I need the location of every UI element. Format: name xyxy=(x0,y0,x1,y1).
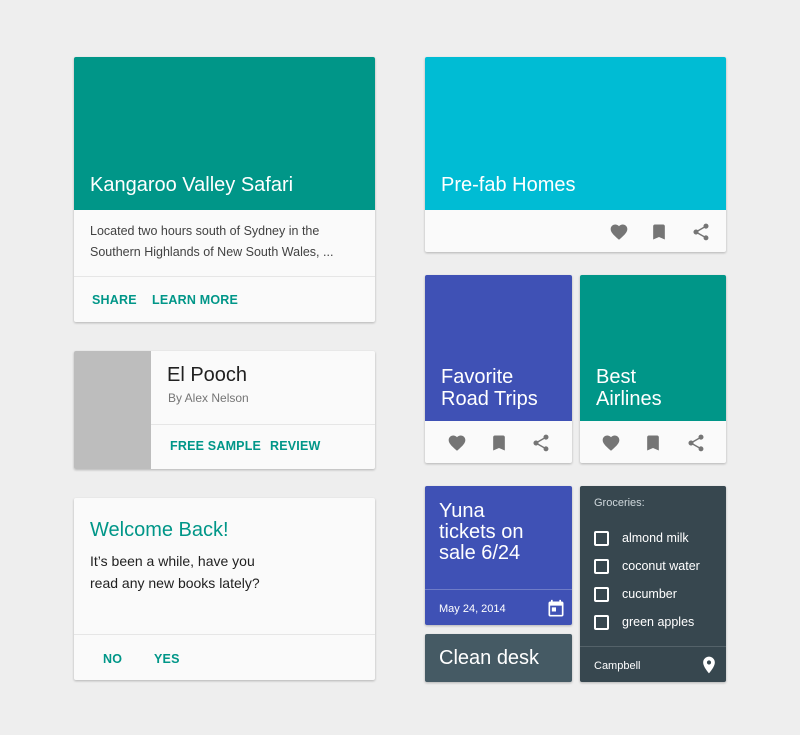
prefab-title: Pre-fab Homes xyxy=(441,174,576,196)
airlines-media[interactable]: Best Airlines xyxy=(580,275,726,421)
pooch-author: By Alex Nelson xyxy=(168,391,249,405)
checkbox[interactable] xyxy=(594,558,609,574)
pooch-title: El Pooch xyxy=(167,364,248,386)
yuna-title: Yuna tickets on sale 6/24 xyxy=(439,501,523,564)
airlines-title-line1: Best xyxy=(596,366,637,388)
prefab-homes-card: Pre-fab Homes xyxy=(425,57,726,252)
checkbox[interactable] xyxy=(594,530,609,546)
yes-button[interactable]: YES xyxy=(154,652,180,666)
clean-desk-title: Clean desk xyxy=(439,647,540,669)
checkbox[interactable] xyxy=(594,586,609,602)
grocery-item-label: almond milk xyxy=(622,531,689,545)
learn-more-button[interactable]: LEARN MORE xyxy=(152,293,238,307)
bookmark-icon[interactable] xyxy=(647,220,671,244)
grocery-item-label: green apples xyxy=(622,615,695,629)
groceries-title: Groceries: xyxy=(594,497,645,509)
review-button[interactable]: REVIEW xyxy=(270,439,321,453)
yuna-title-line3: sale 6/24 xyxy=(439,542,521,564)
bookmark-icon[interactable] xyxy=(641,431,665,455)
el-pooch-card: El Pooch By Alex Nelson FREE SAMPLE REVI… xyxy=(74,351,375,469)
kangaroo-divider xyxy=(74,276,375,277)
heart-icon[interactable] xyxy=(599,431,623,455)
road-trips-media[interactable]: Favorite Road Trips xyxy=(425,275,572,421)
yuna-title-line1: Yuna xyxy=(439,500,485,522)
share-button[interactable]: SHARE xyxy=(92,293,137,307)
grocery-item-green-apples[interactable]: green apples xyxy=(594,612,694,632)
yuna-date: May 24, 2014 xyxy=(439,603,506,615)
kangaroo-body-line2: Southern Highlands of New South Wales, .… xyxy=(90,245,334,259)
welcome-body: It’s been a while, have you read any new… xyxy=(90,550,260,594)
pooch-divider xyxy=(151,424,375,425)
road-trips-title: Favorite Road Trips xyxy=(441,366,538,410)
road-trips-title-line1: Favorite xyxy=(441,366,514,388)
clean-desk-card[interactable]: Clean desk xyxy=(425,634,572,682)
grocery-item-label: cucumber xyxy=(622,587,677,601)
calendar-icon[interactable] xyxy=(544,597,568,621)
welcome-back-card: Welcome Back! It’s been a while, have yo… xyxy=(74,498,375,680)
checkbox[interactable] xyxy=(594,614,609,630)
road-trips-title-line2: Road Trips xyxy=(441,387,538,410)
kangaroo-valley-card: Kangaroo Valley Safari Located two hours… xyxy=(74,57,375,322)
welcome-body-line1: It’s been a while, have you xyxy=(90,553,255,569)
airlines-title-line2: Airlines xyxy=(596,387,662,410)
groceries-divider xyxy=(580,646,726,647)
share-icon[interactable] xyxy=(689,220,713,244)
bookmark-icon[interactable] xyxy=(487,431,511,455)
road-trips-card: Favorite Road Trips xyxy=(425,275,572,463)
groceries-location: Campbell xyxy=(594,660,641,672)
grocery-item-label: coconut water xyxy=(622,559,700,573)
share-icon[interactable] xyxy=(529,431,553,455)
yuna-tickets-card[interactable]: Yuna tickets on sale 6/24 May 24, 2014 xyxy=(425,486,572,625)
best-airlines-card: Best Airlines xyxy=(580,275,726,463)
book-thumbnail[interactable] xyxy=(74,351,151,469)
welcome-title: Welcome Back! xyxy=(90,519,229,541)
kangaroo-media[interactable]: Kangaroo Valley Safari xyxy=(74,57,375,210)
share-icon[interactable] xyxy=(684,431,708,455)
grocery-item-cucumber[interactable]: cucumber xyxy=(594,584,677,604)
prefab-media[interactable]: Pre-fab Homes xyxy=(425,57,726,210)
grocery-item-almond-milk[interactable]: almond milk xyxy=(594,528,689,548)
heart-icon[interactable] xyxy=(607,220,631,244)
heart-icon[interactable] xyxy=(445,431,469,455)
location-pin-icon[interactable] xyxy=(697,653,721,677)
no-button[interactable]: NO xyxy=(103,652,122,666)
kangaroo-body: Located two hours south of Sydney in the… xyxy=(90,221,360,263)
yuna-divider xyxy=(425,589,572,590)
welcome-body-line2: read any new books lately? xyxy=(90,575,260,591)
kangaroo-body-line1: Located two hours south of Sydney in the xyxy=(90,224,320,238)
welcome-divider xyxy=(74,634,375,635)
yuna-title-line2: tickets on xyxy=(439,521,524,543)
airlines-title: Best Airlines xyxy=(596,366,662,410)
groceries-card: Groceries: almond milk coconut water cuc… xyxy=(580,486,726,682)
free-sample-button[interactable]: FREE SAMPLE xyxy=(170,439,261,453)
grocery-item-coconut-water[interactable]: coconut water xyxy=(594,556,700,576)
kangaroo-title: Kangaroo Valley Safari xyxy=(90,174,294,196)
